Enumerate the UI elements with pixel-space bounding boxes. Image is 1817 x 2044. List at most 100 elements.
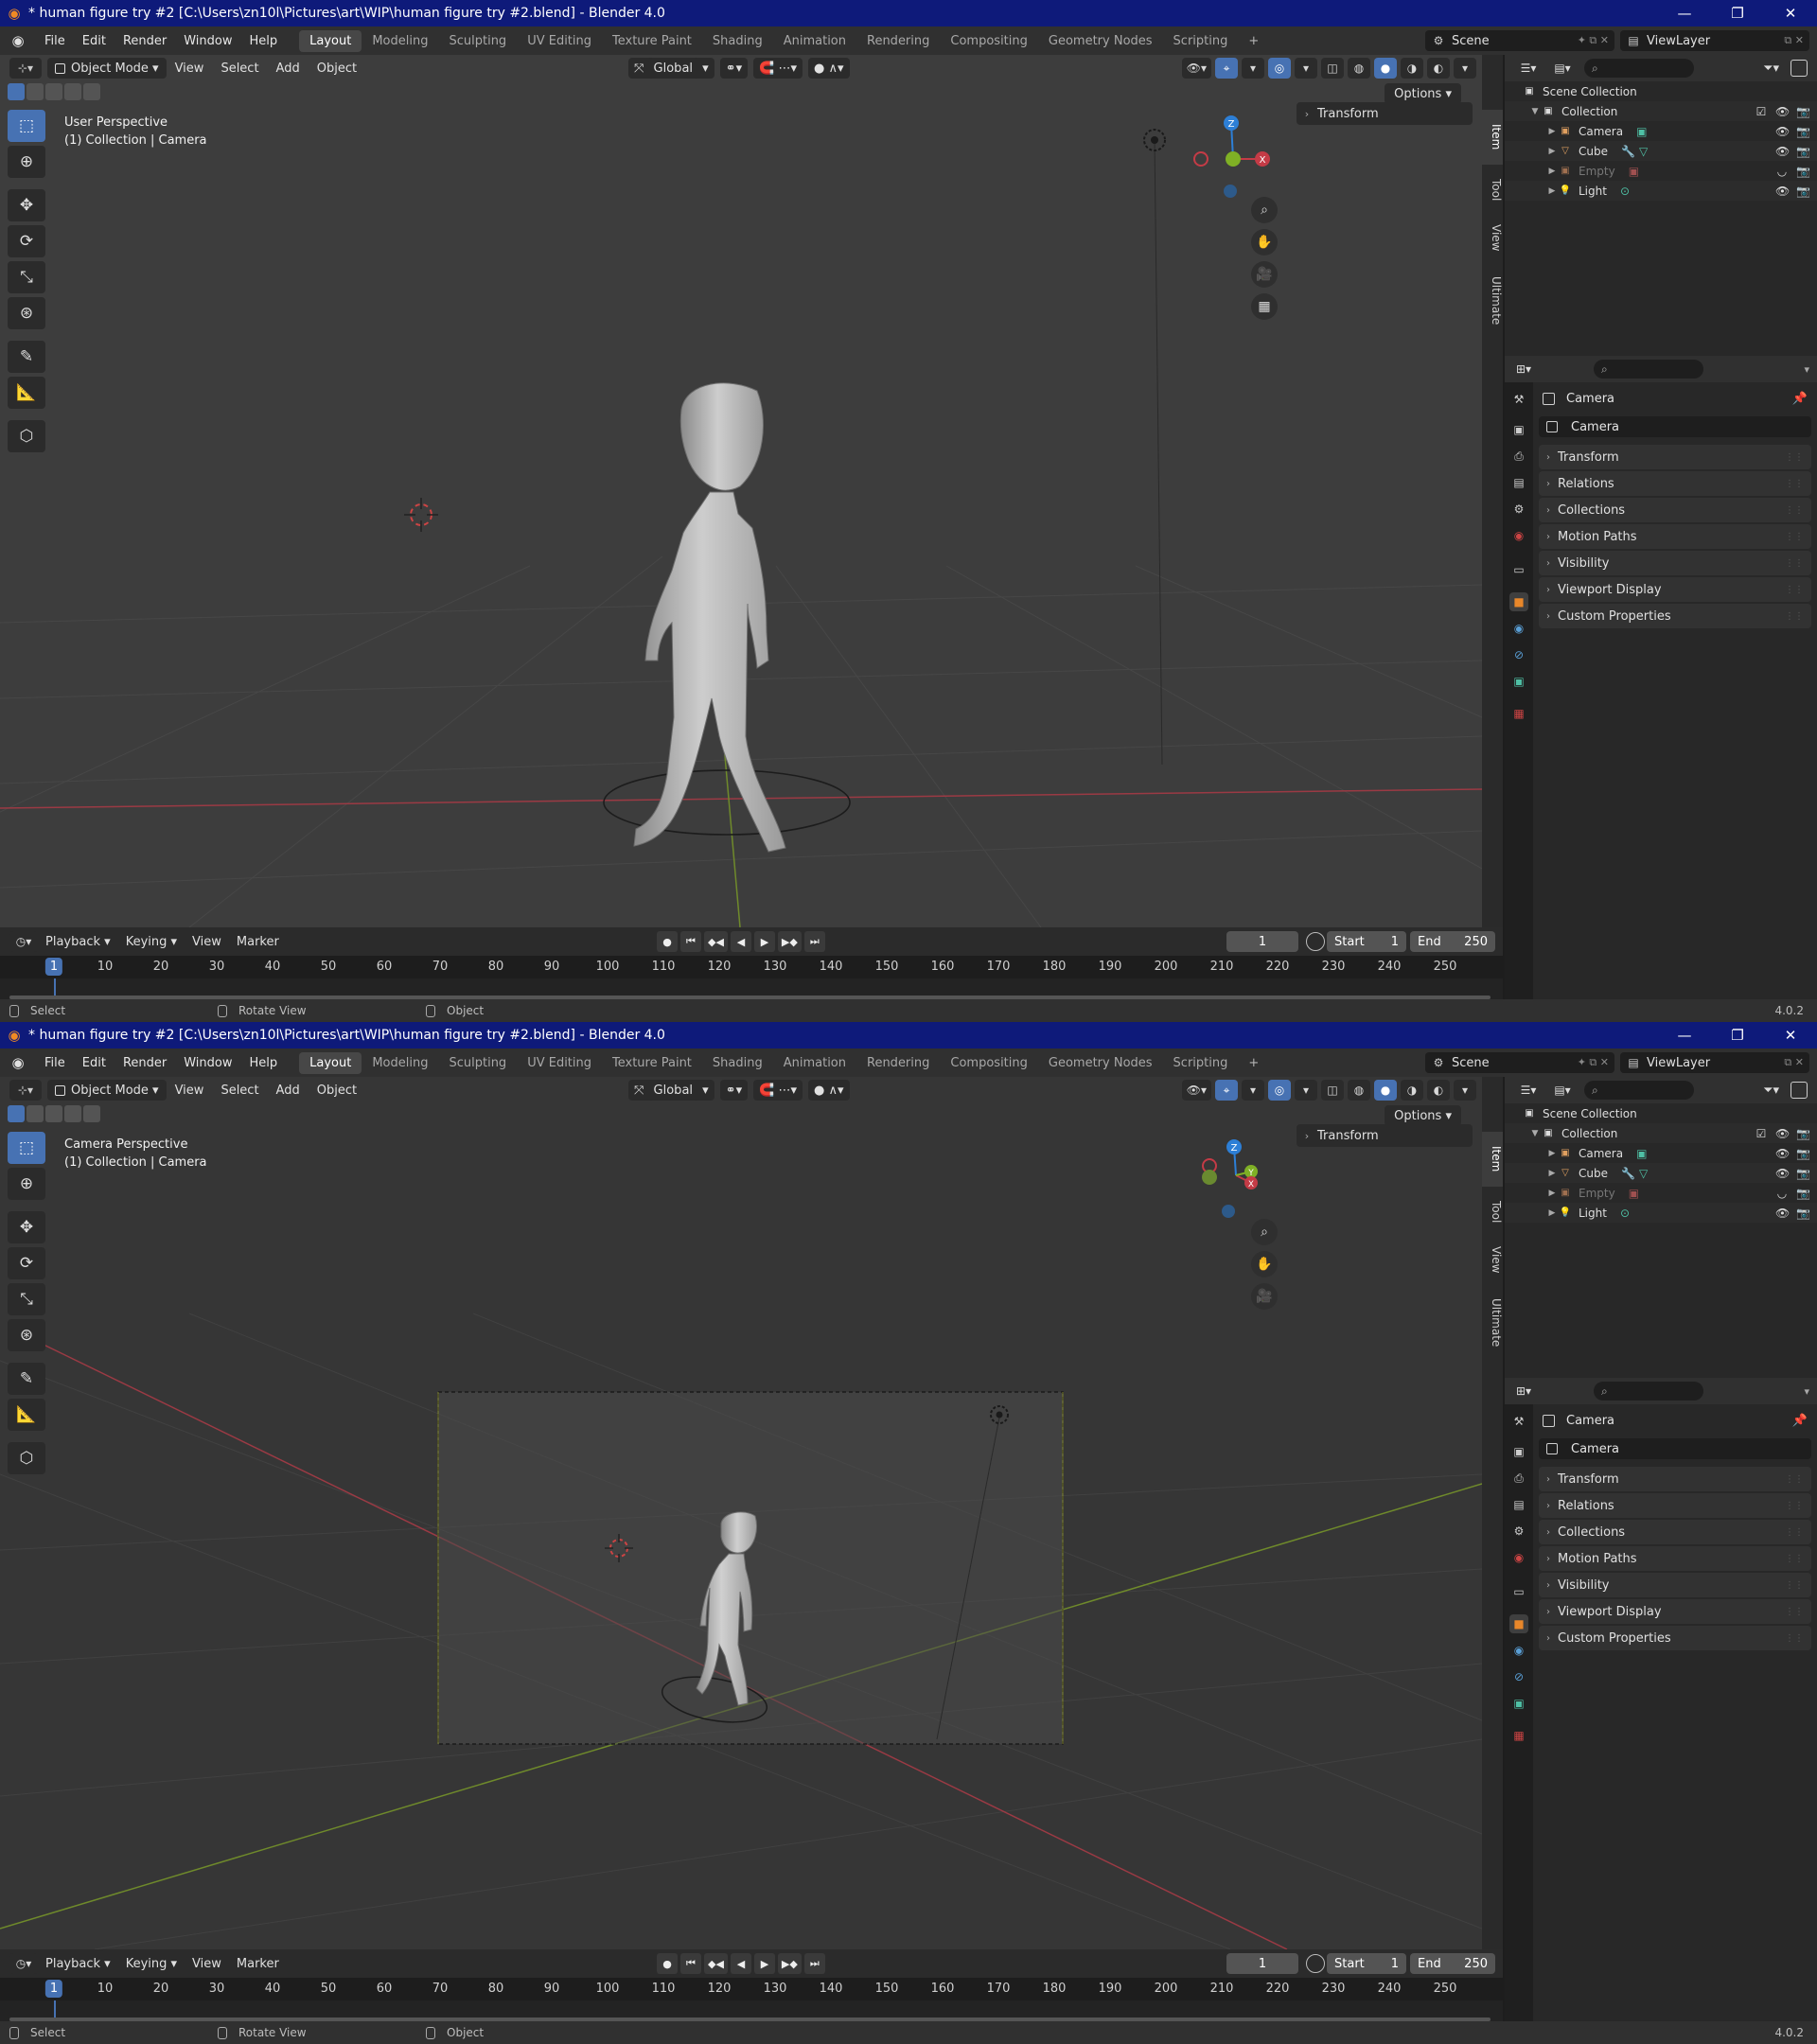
restore-icon[interactable]: ❐ [1711, 1022, 1764, 1048]
viewport-menu-add[interactable]: Add [268, 1084, 309, 1098]
object-name-field[interactable]: Camera [1539, 1438, 1811, 1459]
tab-scripting[interactable]: Scripting [1163, 30, 1239, 52]
jump-start-icon[interactable]: ⏮ [680, 931, 701, 952]
outliner-row-scene-collection[interactable]: ▣ Scene Collection [1505, 81, 1817, 101]
physics-tab-icon[interactable]: ◉ [1509, 1641, 1528, 1660]
viewport-menu-object[interactable]: Object [309, 1084, 365, 1098]
eye-icon[interactable]: 👁 [1775, 1167, 1790, 1180]
modifier-wrench-icon[interactable]: 🔧 [1621, 145, 1635, 158]
zoom-icon[interactable]: ⌕ [1251, 1219, 1278, 1245]
annotate-tool-icon[interactable]: ✎ [8, 1363, 45, 1395]
outliner-row-collection[interactable]: ▼ ▣ Collection ☑ 👁 📷 [1505, 101, 1817, 121]
timeline-menu-playback[interactable]: Playback ▾ [38, 1957, 118, 1971]
pin-icon[interactable]: 📌 [1792, 1414, 1808, 1428]
3d-viewport[interactable]: ⊹▾ Object Mode ▾ View Select Add Object … [0, 1077, 1482, 1949]
menu-window[interactable]: Window [175, 1056, 240, 1070]
editor-type-icon[interactable]: ⊹▾ [9, 1080, 42, 1101]
next-keyframe-icon[interactable]: ▶◆ [777, 1953, 802, 1974]
panel-collections[interactable]: › Collections ⋮⋮ [1539, 498, 1811, 522]
tab-uv-editing[interactable]: UV Editing [517, 30, 602, 52]
pan-hand-icon[interactable]: ✋ [1251, 229, 1278, 256]
outliner-editor-type-icon[interactable]: ☰▾ [1514, 1080, 1543, 1101]
new-collection-icon[interactable] [1791, 60, 1808, 77]
exclude-checkbox-icon[interactable]: ☑ [1755, 1127, 1768, 1140]
tab-view[interactable]: View [1482, 214, 1503, 261]
empty-image-icon[interactable]: ▣ [1629, 165, 1639, 178]
cursor-tool-icon[interactable]: ⊕ [8, 1168, 45, 1200]
world-tab-icon[interactable]: ◉ [1509, 526, 1528, 545]
timeline-menu-view[interactable]: View [185, 1957, 229, 1971]
tab-modeling[interactable]: Modeling [362, 30, 438, 52]
xray-toggle-icon[interactable]: ◫ [1321, 58, 1344, 79]
exclude-checkbox-icon[interactable]: ☑ [1755, 105, 1768, 118]
drag-handle-icon[interactable]: ⋮⋮ [1785, 1527, 1804, 1538]
render-camera-icon[interactable]: 📷 [1796, 145, 1810, 158]
human-figure-mesh[interactable] [633, 382, 786, 853]
npanel-transform-header[interactable]: › Transform [1297, 1124, 1473, 1147]
tool-tab-icon[interactable]: ⚒ [1509, 390, 1528, 409]
overlay-dropdown-icon[interactable]: ▾ [1295, 1080, 1317, 1101]
new-collection-icon[interactable] [1791, 1082, 1808, 1099]
tab-geometry-nodes[interactable]: Geometry Nodes [1038, 30, 1163, 52]
end-frame-field[interactable]: End 250 [1410, 931, 1495, 952]
panel-relations[interactable]: › Relations ⋮⋮ [1539, 471, 1811, 496]
drag-handle-icon[interactable]: ⋮⋮ [1785, 1580, 1804, 1591]
view-layer-selector[interactable]: ▤ ViewLayer ⧉ ✕ [1620, 30, 1809, 51]
select-new-icon[interactable] [8, 1105, 25, 1122]
collection-tab-icon[interactable]: ▭ [1509, 560, 1528, 579]
outliner-row-camera[interactable]: ▶ ▣ Camera ▣ 👁 📷 [1505, 1143, 1817, 1163]
chevron-right-icon[interactable]: ▶ [1546, 186, 1558, 196]
record-icon[interactable]: ● [657, 1953, 678, 1974]
physics-tab-icon[interactable]: ◉ [1509, 619, 1528, 638]
chevron-down-icon[interactable]: ▾ [1804, 363, 1809, 376]
proportional-edit-icon[interactable]: ● ∧▾ [807, 58, 850, 79]
rotate-tool-icon[interactable]: ⟳ [8, 1247, 45, 1279]
render-tab-icon[interactable]: ▣ [1509, 1442, 1528, 1461]
current-frame-marker[interactable]: 1 [44, 1980, 63, 1998]
tab-scripting[interactable]: Scripting [1163, 1052, 1239, 1074]
eye-icon[interactable]: 👁 [1775, 1127, 1790, 1140]
tab-sculpting[interactable]: Sculpting [438, 30, 517, 52]
scale-tool-icon[interactable]: ⤡ [8, 261, 45, 293]
transform-tool-icon[interactable]: ⊛ [8, 1319, 45, 1351]
cursor-tool-icon[interactable]: ⊕ [8, 146, 45, 178]
menu-render[interactable]: Render [115, 1056, 175, 1070]
end-frame-field[interactable]: End 250 [1410, 1953, 1495, 1974]
play-reverse-icon[interactable]: ◀ [730, 931, 751, 952]
prev-keyframe-icon[interactable]: ◆◀ [704, 1953, 728, 1974]
orientation-dropdown[interactable]: ⤧ Global ▾ [628, 1080, 714, 1101]
collection-tab-icon[interactable]: ▭ [1509, 1582, 1528, 1601]
options-dropdown[interactable]: Options ▾ [1385, 83, 1461, 104]
transform-tool-icon[interactable]: ⊛ [8, 297, 45, 329]
menu-window[interactable]: Window [175, 34, 240, 48]
drag-handle-icon[interactable]: ⋮⋮ [1785, 479, 1804, 489]
chevron-right-icon[interactable]: ▶ [1546, 147, 1558, 156]
view-layer-tab-icon[interactable]: ▤ [1509, 1495, 1528, 1514]
outliner-row-scene-collection[interactable]: ▣ Scene Collection [1505, 1103, 1817, 1123]
record-icon[interactable]: ● [657, 931, 678, 952]
modifier-wrench-icon[interactable]: 🔧 [1621, 1167, 1635, 1180]
outliner-row-cube[interactable]: ▶ ▽ Cube 🔧 ▽ 👁 📷 [1505, 1163, 1817, 1183]
pivot-point-icon[interactable]: ⚭▾ [719, 58, 749, 79]
3d-cursor-icon[interactable] [404, 498, 438, 532]
tab-compositing[interactable]: Compositing [940, 1052, 1038, 1074]
overlay-dropdown-icon[interactable]: ▾ [1295, 58, 1317, 79]
timeline-menu-keying[interactable]: Keying ▾ [118, 1957, 185, 1971]
drag-handle-icon[interactable]: ⋮⋮ [1785, 585, 1804, 595]
gizmo-toggle-icon[interactable]: ⌖ [1215, 58, 1238, 79]
object-tab-icon[interactable]: ■ [1509, 1614, 1528, 1633]
tab-uv-editing[interactable]: UV Editing [517, 1052, 602, 1074]
select-box-tool-icon[interactable]: ⬚ [8, 110, 45, 142]
constraints-tab-icon[interactable]: ⊘ [1509, 1667, 1528, 1686]
add-workspace-button[interactable]: + [1238, 30, 1269, 52]
3d-viewport[interactable]: ⊹▾ Object Mode ▾ View Select Add Object … [0, 55, 1482, 927]
view-layer-tab-icon[interactable]: ▤ [1509, 473, 1528, 492]
current-frame-field[interactable]: 1 [1226, 1953, 1298, 1974]
mesh-data-icon[interactable]: ▽ [1639, 145, 1648, 158]
render-camera-icon[interactable]: 📷 [1796, 165, 1810, 178]
camera-view-icon[interactable]: 🎥 [1251, 261, 1278, 288]
next-keyframe-icon[interactable]: ▶◆ [777, 931, 802, 952]
panel-transform[interactable]: › Transform ⋮⋮ [1539, 1467, 1811, 1491]
jump-end-icon[interactable]: ⏭ [803, 1953, 825, 1974]
viewport-menu-view[interactable]: View [167, 62, 213, 76]
